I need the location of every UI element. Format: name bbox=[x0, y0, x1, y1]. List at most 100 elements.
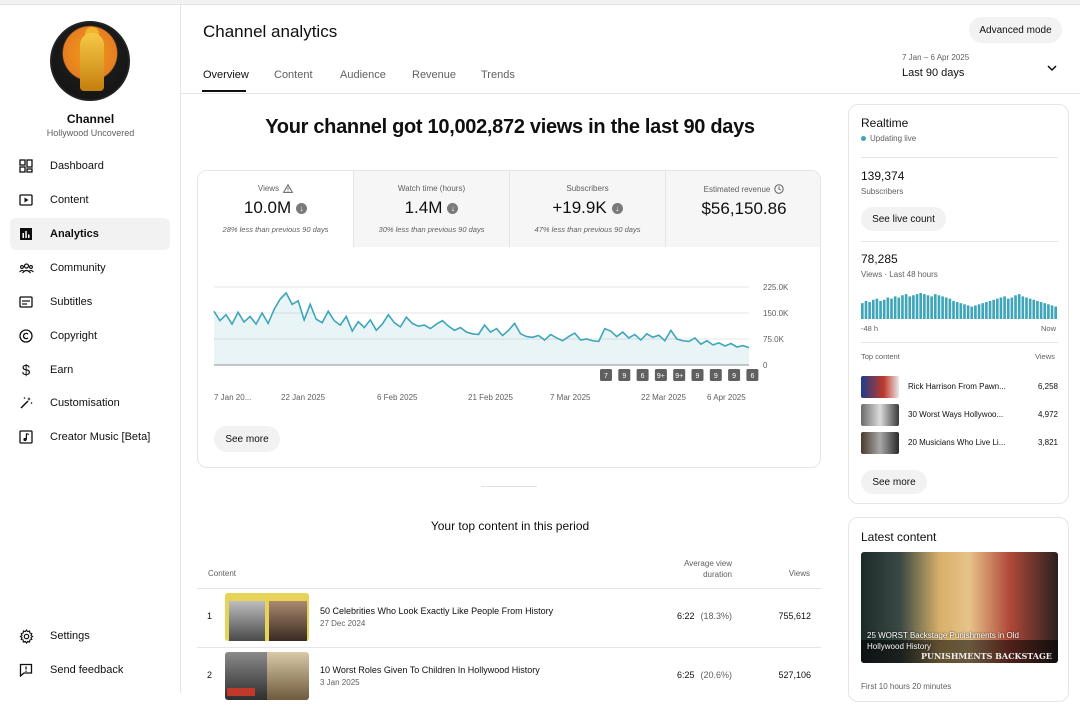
metric-title: Estimated revenue bbox=[703, 184, 771, 194]
metric-value: +19.9K bbox=[552, 198, 607, 217]
realtime-bar bbox=[923, 294, 926, 319]
realtime-bar bbox=[875, 298, 879, 319]
publish-marker[interactable]: 9 bbox=[709, 369, 722, 381]
realtime-bar-chart bbox=[861, 293, 1057, 319]
sidebar-item-settings[interactable]: Settings bbox=[10, 620, 170, 652]
realtime-bar bbox=[901, 295, 904, 319]
realtime-bar bbox=[912, 295, 915, 319]
sidebar-item-dashboard[interactable]: Dashboard bbox=[10, 150, 170, 182]
advanced-mode-button[interactable]: Advanced mode bbox=[969, 17, 1062, 43]
content-icon bbox=[18, 192, 34, 208]
publish-marker[interactable]: 9 bbox=[618, 369, 631, 381]
realtime-bar bbox=[1010, 297, 1014, 319]
metric-revenue[interactable]: Estimated revenue $56,150.86 bbox=[665, 171, 820, 247]
x-tick-label: 21 Feb 2025 bbox=[468, 393, 513, 402]
realtime-bar bbox=[948, 298, 952, 319]
metric-watch-time[interactable]: Watch time (hours) 1.4M ↓ 30% less than p… bbox=[353, 171, 509, 247]
y-tick-label: 0 bbox=[763, 361, 768, 370]
svg-text:9+: 9+ bbox=[675, 373, 683, 380]
channel-avatar[interactable] bbox=[50, 21, 130, 101]
video-thumbnail bbox=[861, 432, 899, 454]
video-thumbnail[interactable] bbox=[225, 593, 309, 641]
realtime-bar bbox=[1025, 297, 1028, 319]
sidebar-item-label: Community bbox=[50, 262, 106, 274]
realtime-subscribers-label: Subscribers bbox=[861, 187, 904, 196]
table-row[interactable]: 2 10 Worst Roles Given To Children In Ho… bbox=[197, 648, 821, 706]
column-header-content: Content bbox=[208, 569, 237, 578]
channel-title: Channel bbox=[66, 112, 115, 126]
publish-marker[interactable]: 9+ bbox=[673, 369, 686, 381]
sidebar-item-label: Copyright bbox=[50, 330, 98, 342]
sidebar-item-send-feedback[interactable]: Send feedback bbox=[10, 654, 170, 686]
sidebar-item-content[interactable]: Content bbox=[10, 184, 170, 216]
realtime-bar bbox=[959, 303, 963, 319]
tab-revenue[interactable]: Revenue bbox=[412, 69, 456, 81]
realtime-item[interactable]: 30 Worst Ways Hollywoo... 4,972 bbox=[861, 404, 1058, 428]
video-views: 527,106 bbox=[778, 670, 811, 680]
row-rank: 2 bbox=[207, 670, 213, 680]
publish-marker[interactable]: 9 bbox=[691, 369, 704, 381]
sidebar-item-customisation[interactable]: Customisation bbox=[10, 387, 170, 419]
video-title[interactable]: 50 Celebrities Who Look Exactly Like Peo… bbox=[320, 606, 553, 616]
sidebar-item-earn[interactable]: $ Earn bbox=[10, 354, 170, 386]
metric-note: 28% less than previous 90 days bbox=[222, 225, 329, 234]
warning-icon bbox=[283, 184, 294, 193]
realtime-bar bbox=[952, 300, 955, 319]
video-views: 755,612 bbox=[778, 611, 811, 621]
date-range-picker[interactable]: 7 Jan – 6 Apr 2025 Last 90 days bbox=[902, 53, 969, 79]
realtime-status-text: Updating live bbox=[870, 134, 917, 143]
video-thumbnail bbox=[861, 376, 899, 398]
video-views: 6,258 bbox=[1037, 382, 1058, 391]
svg-text:6: 6 bbox=[750, 373, 754, 380]
sidebar-item-analytics[interactable]: Analytics bbox=[10, 218, 170, 250]
publish-marker[interactable]: 7 bbox=[600, 369, 612, 381]
metric-title: Views bbox=[257, 184, 280, 193]
sidebar-item-community[interactable]: Community bbox=[10, 252, 170, 284]
svg-text:9+: 9+ bbox=[657, 373, 665, 380]
realtime-divider bbox=[861, 241, 1058, 242]
metric-subscribers[interactable]: Subscribers +19.9K ↓ 47% less than previo… bbox=[509, 171, 665, 247]
table-row[interactable]: 1 50 Celebrities Who Look Exactly Like P… bbox=[197, 589, 821, 647]
tab-trends[interactable]: Trends bbox=[481, 69, 515, 81]
video-title: 20 Musicians Who Live Li... bbox=[908, 438, 1006, 447]
publish-marker[interactable]: 6 bbox=[636, 369, 649, 381]
realtime-bar bbox=[974, 305, 977, 319]
tab-content[interactable]: Content bbox=[274, 69, 313, 81]
video-views: 4,972 bbox=[1037, 410, 1058, 419]
chevron-down-icon[interactable] bbox=[1046, 62, 1058, 74]
publish-marker[interactable]: 6 bbox=[746, 369, 759, 381]
video-title[interactable]: 10 Worst Roles Given To Children In Holl… bbox=[320, 665, 540, 675]
publish-marker[interactable]: 9+ bbox=[654, 369, 667, 381]
metric-value: 1.4M bbox=[404, 198, 443, 217]
x-tick-label: 22 Jan 2025 bbox=[281, 393, 326, 402]
duration-value: 6:25 bbox=[677, 670, 695, 680]
video-date: 27 Dec 2024 bbox=[320, 619, 366, 628]
realtime-bar bbox=[988, 300, 992, 319]
sidebar-item-subtitles[interactable]: Subtitles bbox=[10, 286, 170, 318]
realtime-bar bbox=[1032, 299, 1036, 319]
realtime-bar bbox=[944, 297, 948, 319]
views-column-label: Views bbox=[1035, 352, 1055, 361]
realtime-bar bbox=[919, 293, 923, 319]
realtime-bar bbox=[1054, 306, 1057, 319]
sidebar-item-creator-music[interactable]: Creator Music [Beta] bbox=[10, 421, 170, 453]
see-more-button[interactable]: See more bbox=[214, 426, 280, 452]
publish-marker[interactable]: 9 bbox=[728, 369, 741, 381]
magic-wand-icon bbox=[18, 395, 34, 411]
realtime-item[interactable]: 20 Musicians Who Live Li... 3,821 bbox=[861, 432, 1058, 456]
sidebar-item-copyright[interactable]: Copyright bbox=[10, 320, 170, 352]
realtime-bar bbox=[992, 299, 995, 319]
realtime-bar bbox=[1028, 298, 1032, 319]
tab-overview[interactable]: Overview bbox=[203, 69, 249, 81]
thumbnail-banner: PUNISHMENTS BACKSTAGE bbox=[921, 651, 1052, 661]
tab-audience[interactable]: Audience bbox=[340, 69, 386, 81]
realtime-divider bbox=[861, 157, 1058, 158]
realtime-bar bbox=[933, 294, 937, 319]
see-live-count-button[interactable]: See live count bbox=[861, 207, 946, 231]
realtime-bar bbox=[882, 299, 886, 319]
metric-views[interactable]: Views 10.0M ↓ 28% less than previous 90 d… bbox=[198, 171, 353, 247]
realtime-bar bbox=[864, 300, 868, 319]
realtime-item[interactable]: Rick Harrison From Pawn... 6,258 bbox=[861, 376, 1058, 400]
see-more-button[interactable]: See more bbox=[861, 470, 927, 494]
latest-video-thumbnail[interactable]: 25 WORST Backstage Punishments in Old Ho… bbox=[861, 552, 1058, 663]
